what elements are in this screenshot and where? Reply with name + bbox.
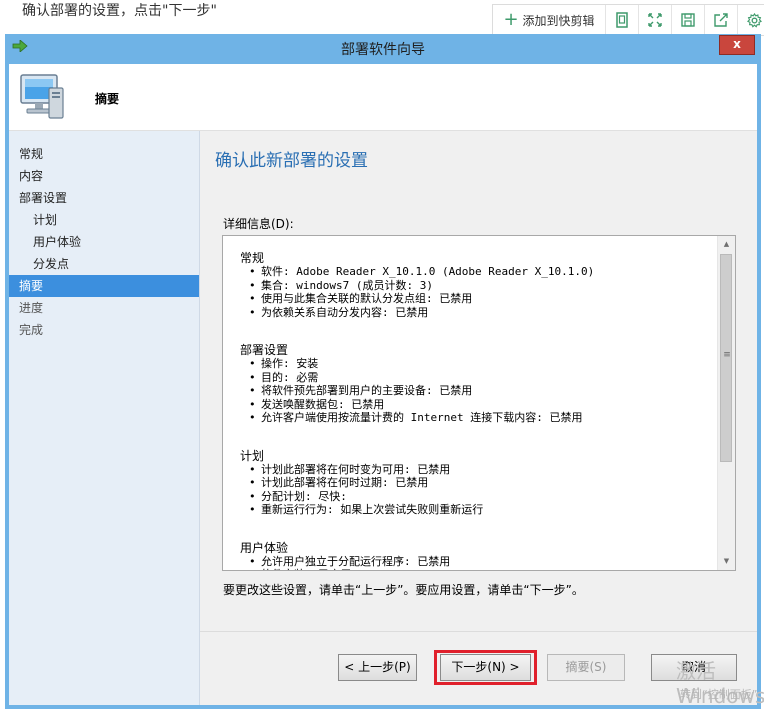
- bullet-icon: •: [249, 305, 256, 319]
- details-line: • 重新运行行为: 如果上次尝试失败则重新运行: [249, 501, 483, 517]
- details-line-text: 允许客户端使用按流量计费的 Internet 连接下载内容: 已禁用: [261, 411, 583, 424]
- nav-item[interactable]: 内容: [9, 165, 199, 187]
- details-line-text: 为依赖关系自动分发内容: 已禁用: [261, 305, 429, 319]
- nav-item[interactable]: 摘要: [9, 275, 199, 297]
- details-line-text: 软件安装: 已启用: [261, 568, 351, 570]
- bullet-icon: •: [249, 568, 261, 570]
- window-title: 部署软件向导: [341, 42, 425, 58]
- details-textbox[interactable]: 常规 • 软件: Adobe Reader X_10.1.0 (Adobe Read…: [222, 235, 736, 571]
- details-line: • 允许客户端使用按流量计费的 Internet 连接下载内容: 已禁用: [249, 409, 582, 425]
- add-to-clip-label: 添加到快剪辑: [522, 13, 595, 28]
- details-line: • 为依赖关系自动分发内容: 已禁用: [249, 304, 428, 320]
- scroll-up-arrow-icon[interactable]: ▲: [718, 236, 735, 253]
- scroll-down-arrow-icon[interactable]: ▼: [718, 553, 735, 570]
- scroll-thumb[interactable]: ≡: [720, 254, 732, 462]
- nav-item[interactable]: 计划: [9, 209, 199, 231]
- title-bar: 部署软件向导 x: [5, 34, 761, 60]
- wizard-nav: 常规 内容 部署设置 计划 用户体验 分发点 摘要 进度 完成: [9, 131, 200, 705]
- header-title: 摘要: [95, 92, 120, 106]
- details-line: •软件安装: 已启用: [249, 566, 351, 570]
- wizard-header: 摘要: [9, 64, 757, 131]
- expand-icon[interactable]: [639, 5, 672, 35]
- nav-item[interactable]: 完成: [9, 319, 199, 341]
- details-line-text: 重新运行行为: 如果上次尝试失败则重新运行: [261, 503, 484, 516]
- nav-item[interactable]: 分发点: [9, 253, 199, 275]
- clip-toolbar: + 添加到快剪辑: [492, 4, 764, 36]
- wizard-main: 确认此新部署的设置 详细信息(D): 常规 • 软件: Adobe Reader X…: [200, 131, 757, 705]
- nav-item[interactable]: 常规: [9, 143, 199, 165]
- page-title: 确认此新部署的设置: [215, 151, 368, 171]
- nav-item[interactable]: 部署设置: [9, 187, 199, 209]
- nav-item[interactable]: 进度: [9, 297, 199, 319]
- grip-icon: ≡: [723, 350, 731, 360]
- bullet-icon: •: [249, 411, 256, 424]
- computer-icon: [17, 72, 67, 125]
- bullet-icon: •: [249, 503, 256, 516]
- plus-icon: +: [503, 9, 519, 30]
- settings-icon[interactable]: [738, 5, 764, 35]
- summary-button: 摘要(S): [547, 654, 625, 681]
- close-button[interactable]: x: [719, 35, 755, 55]
- wizard-window: 部署软件向导 x 摘要 常规 内容 部署设置 计划 用户体验 分发点 摘要 进度 完成: [5, 34, 761, 709]
- wizard-content: 摘要 常规 内容 部署设置 计划 用户体验 分发点 摘要 进度 完成 确认此新部署的设置 详细信…: [9, 64, 757, 705]
- next-button[interactable]: 下一步(N) >: [440, 654, 531, 681]
- save-icon[interactable]: [672, 5, 705, 35]
- details-content: 常规 • 软件: Adobe Reader X_10.1.0 (Adobe Read…: [223, 236, 717, 570]
- instruction-caption: 确认部署的设置，点击"下一步": [22, 3, 217, 19]
- footer-divider: [200, 631, 757, 632]
- share-icon[interactable]: [705, 5, 738, 35]
- copy-icon[interactable]: [606, 5, 639, 35]
- add-to-clip-button[interactable]: + 添加到快剪辑: [493, 5, 606, 35]
- details-label: 详细信息(D):: [223, 217, 294, 231]
- prev-button[interactable]: < 上一步(P): [338, 654, 417, 681]
- activation-watermark-sub: 转到“控制面板”: [680, 688, 758, 701]
- nav-item[interactable]: 用户体验: [9, 231, 199, 253]
- details-scrollbar[interactable]: ▲ ≡ ▼: [717, 236, 735, 570]
- instruction-text: 要更改这些设置，请单击“上一步”。要应用设置，请单击“下一步”。: [223, 583, 584, 597]
